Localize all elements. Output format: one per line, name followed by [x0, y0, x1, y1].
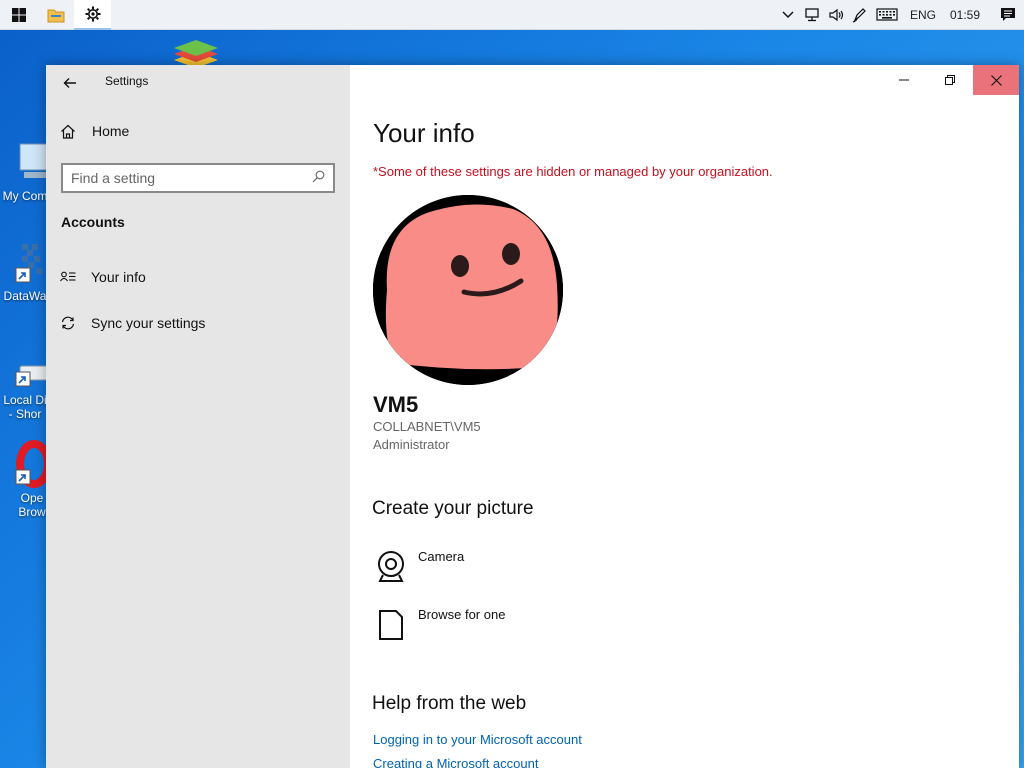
help-link-creating-account[interactable]: Creating a Microsoft account — [373, 756, 538, 768]
managed-by-organization-notice: *Some of these settings are hidden or ma… — [373, 164, 773, 179]
window-title: Settings — [105, 74, 149, 88]
home-icon — [60, 124, 80, 139]
system-tray: ENG 01:59 — [776, 0, 1024, 30]
gear-icon — [85, 6, 100, 21]
back-button[interactable] — [56, 69, 84, 97]
app-stack-icon — [174, 40, 218, 68]
find-setting-search-box[interactable]: Find a setting — [61, 163, 335, 193]
desktop-icon-label: Local Di — [3, 393, 47, 407]
camera-icon — [374, 549, 408, 585]
camera-option-label: Camera — [418, 549, 465, 564]
desktop-icon-local-disk[interactable]: Local Di - Shor — [0, 358, 50, 421]
restore-icon — [945, 75, 955, 85]
settings-window: Settings Home Find a setting Accounts Yo… — [46, 65, 1019, 768]
clock[interactable]: 01:59 — [944, 8, 992, 22]
close-button[interactable] — [973, 65, 1019, 95]
volume-icon[interactable] — [824, 0, 848, 30]
settings-taskbar-button[interactable] — [74, 0, 111, 30]
desktop-icon-label: - Shor — [8, 407, 42, 421]
settings-sidebar: Settings Home Find a setting Accounts Yo… — [46, 65, 350, 768]
action-center-icon[interactable] — [992, 0, 1024, 30]
home-label: Home — [92, 123, 130, 139]
sidebar-section-title: Accounts — [61, 214, 125, 230]
document-icon — [374, 607, 408, 643]
back-arrow-icon — [63, 78, 76, 88]
person-card-icon — [60, 271, 80, 283]
network-icon[interactable] — [800, 0, 824, 30]
minimize-button[interactable] — [881, 65, 927, 95]
create-picture-heading: Create your picture — [372, 498, 534, 519]
user-domain-account: COLLABNET\VM5 — [373, 419, 481, 434]
computer-icon — [19, 143, 49, 178]
search-input[interactable]: Find a setting — [71, 170, 312, 186]
start-button[interactable] — [0, 0, 37, 30]
sidebar-item-home[interactable]: Home — [60, 123, 129, 139]
user-role: Administrator — [373, 437, 450, 452]
help-link-logging-in[interactable]: Logging in to your Microsoft account — [373, 732, 582, 747]
avatar-smiley-blob-image — [373, 195, 563, 385]
page-title: Your info — [373, 118, 475, 148]
show-hidden-icons-chevron-icon[interactable] — [776, 0, 800, 30]
browse-for-one-option[interactable]: Browse for one — [374, 607, 505, 643]
sidebar-item-label: Your info — [91, 269, 146, 285]
file-explorer-button[interactable] — [37, 0, 74, 30]
close-icon — [990, 74, 1002, 86]
taskbar: ENG 01:59 — [0, 0, 1024, 30]
desktop-icon-label: Ope — [20, 491, 44, 505]
sidebar-item-your-info[interactable]: Your info — [60, 269, 146, 285]
input-language-indicator[interactable]: ENG — [902, 8, 944, 22]
sync-icon — [60, 315, 80, 331]
camera-option[interactable]: Camera — [374, 549, 464, 585]
desktop-icon-my-computer[interactable]: My Com — [0, 138, 50, 203]
pixel-app-icon — [15, 244, 42, 283]
opera-logo-icon — [15, 440, 52, 488]
touch-keyboard-icon[interactable] — [872, 0, 902, 30]
drive-icon — [15, 365, 49, 387]
minimize-icon — [899, 79, 909, 81]
desktop-icon-datawarehouse[interactable]: DataWa — [0, 240, 50, 303]
windows-logo-icon — [11, 7, 26, 22]
help-from-web-heading: Help from the web — [372, 693, 527, 714]
desktop-icon-label: DataWa — [3, 289, 47, 303]
sidebar-item-label: Sync your settings — [91, 315, 206, 331]
user-display-name: VM5 — [373, 392, 419, 417]
desktop-icon-label: Brow — [18, 505, 46, 519]
restore-button[interactable] — [927, 65, 973, 95]
desktop-icon-opera-browser[interactable]: Ope Brow — [0, 440, 52, 519]
browse-option-label: Browse for one — [418, 607, 506, 622]
folder-icon — [47, 9, 64, 22]
avatar — [373, 195, 563, 385]
settings-main-content: Your info *Some of these settings are hi… — [350, 65, 1019, 768]
pen-ink-icon[interactable] — [848, 0, 872, 30]
desktop-icon-label: My Com — [2, 189, 48, 203]
search-icon[interactable] — [312, 170, 325, 186]
sidebar-item-sync-settings[interactable]: Sync your settings — [60, 315, 205, 331]
